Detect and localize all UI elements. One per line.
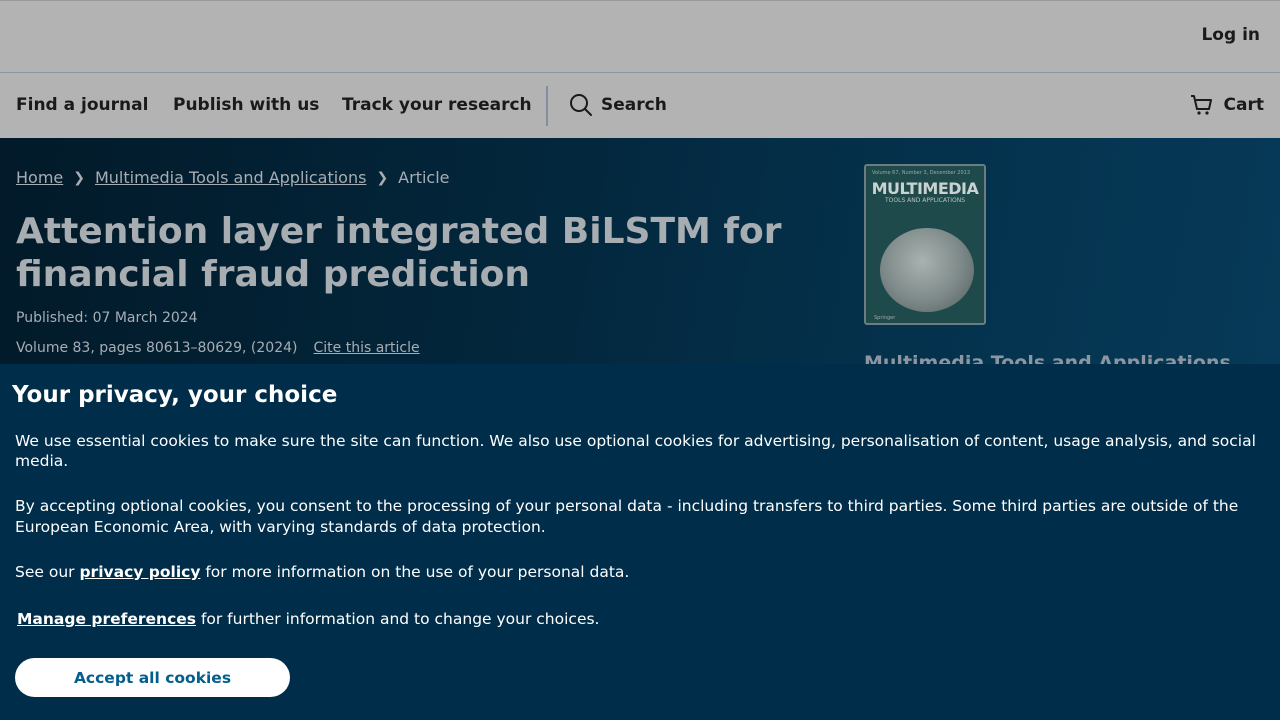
- published-date: Published: 07 March 2024: [16, 310, 198, 326]
- privacy-p3-before: See our: [15, 563, 80, 581]
- privacy-p3-after: for more information on the use of your …: [200, 563, 630, 581]
- accept-all-cookies-button[interactable]: Accept all cookies: [15, 658, 290, 697]
- search-button[interactable]: Search: [569, 93, 667, 117]
- article-title: Attention layer integrated BiLSTM for fi…: [16, 211, 782, 295]
- journal-cover[interactable]: Volume 67, Number 3, December 2013 MULTI…: [864, 164, 986, 325]
- nav-divider: [546, 86, 548, 126]
- journal-name[interactable]: Multimedia Tools and Applications: [864, 352, 1231, 364]
- breadcrumb: Home ❯ Multimedia Tools and Applications…: [16, 168, 450, 187]
- privacy-paragraph-4: Manage preferences for further informati…: [17, 609, 599, 629]
- breadcrumb-home[interactable]: Home: [16, 168, 63, 187]
- main-nav: Find a journal Publish with us Track you…: [0, 73, 1280, 138]
- cover-title: MULTIMEDIA: [871, 179, 979, 198]
- article-hero: Home ❯ Multimedia Tools and Applications…: [0, 138, 1280, 364]
- privacy-paragraph-1: We use essential cookies to make sure th…: [15, 432, 1256, 470]
- cover-publisher: Springer: [874, 315, 896, 321]
- chevron-right-icon: ❯: [376, 169, 389, 186]
- cart-button[interactable]: Cart: [1190, 93, 1264, 117]
- nav-track-research[interactable]: Track your research: [342, 95, 532, 115]
- nav-find-journal[interactable]: Find a journal: [16, 95, 148, 115]
- cart-label: Cart: [1223, 95, 1264, 115]
- privacy-banner: Your privacy, your choice We use essenti…: [0, 364, 1280, 720]
- privacy-paragraph-3: See our privacy policy for more informat…: [15, 562, 629, 582]
- chevron-right-icon: ❯: [73, 169, 85, 186]
- search-icon: [570, 94, 592, 116]
- nav-publish[interactable]: Publish with us: [173, 95, 319, 115]
- search-label: Search: [601, 95, 667, 115]
- cover-globe-image: [880, 228, 974, 312]
- privacy-p4-after: for further information and to change yo…: [196, 610, 600, 628]
- volume-info: Volume 83, pages 80613–80629, (2024): [16, 340, 298, 356]
- privacy-heading: Your privacy, your choice: [12, 382, 338, 408]
- cart-icon: [1190, 95, 1212, 115]
- login-link[interactable]: Log in: [1201, 25, 1260, 45]
- cover-subtitle: TOOLS AND APPLICATIONS: [884, 197, 966, 204]
- volume-line: Volume 83, pages 80613–80629, (2024) Cit…: [16, 340, 420, 356]
- manage-preferences-link[interactable]: Manage preferences: [17, 610, 196, 628]
- privacy-policy-link[interactable]: privacy policy: [79, 563, 200, 581]
- privacy-paragraph-2: By accepting optional cookies, you conse…: [15, 497, 1239, 536]
- cite-article-link[interactable]: Cite this article: [313, 340, 419, 356]
- breadcrumb-journal[interactable]: Multimedia Tools and Applications: [95, 168, 366, 187]
- breadcrumb-current: Article: [398, 168, 450, 187]
- cover-issue-text: Volume 67, Number 3, December 2013: [872, 170, 971, 176]
- top-bar: Log in: [0, 0, 1280, 73]
